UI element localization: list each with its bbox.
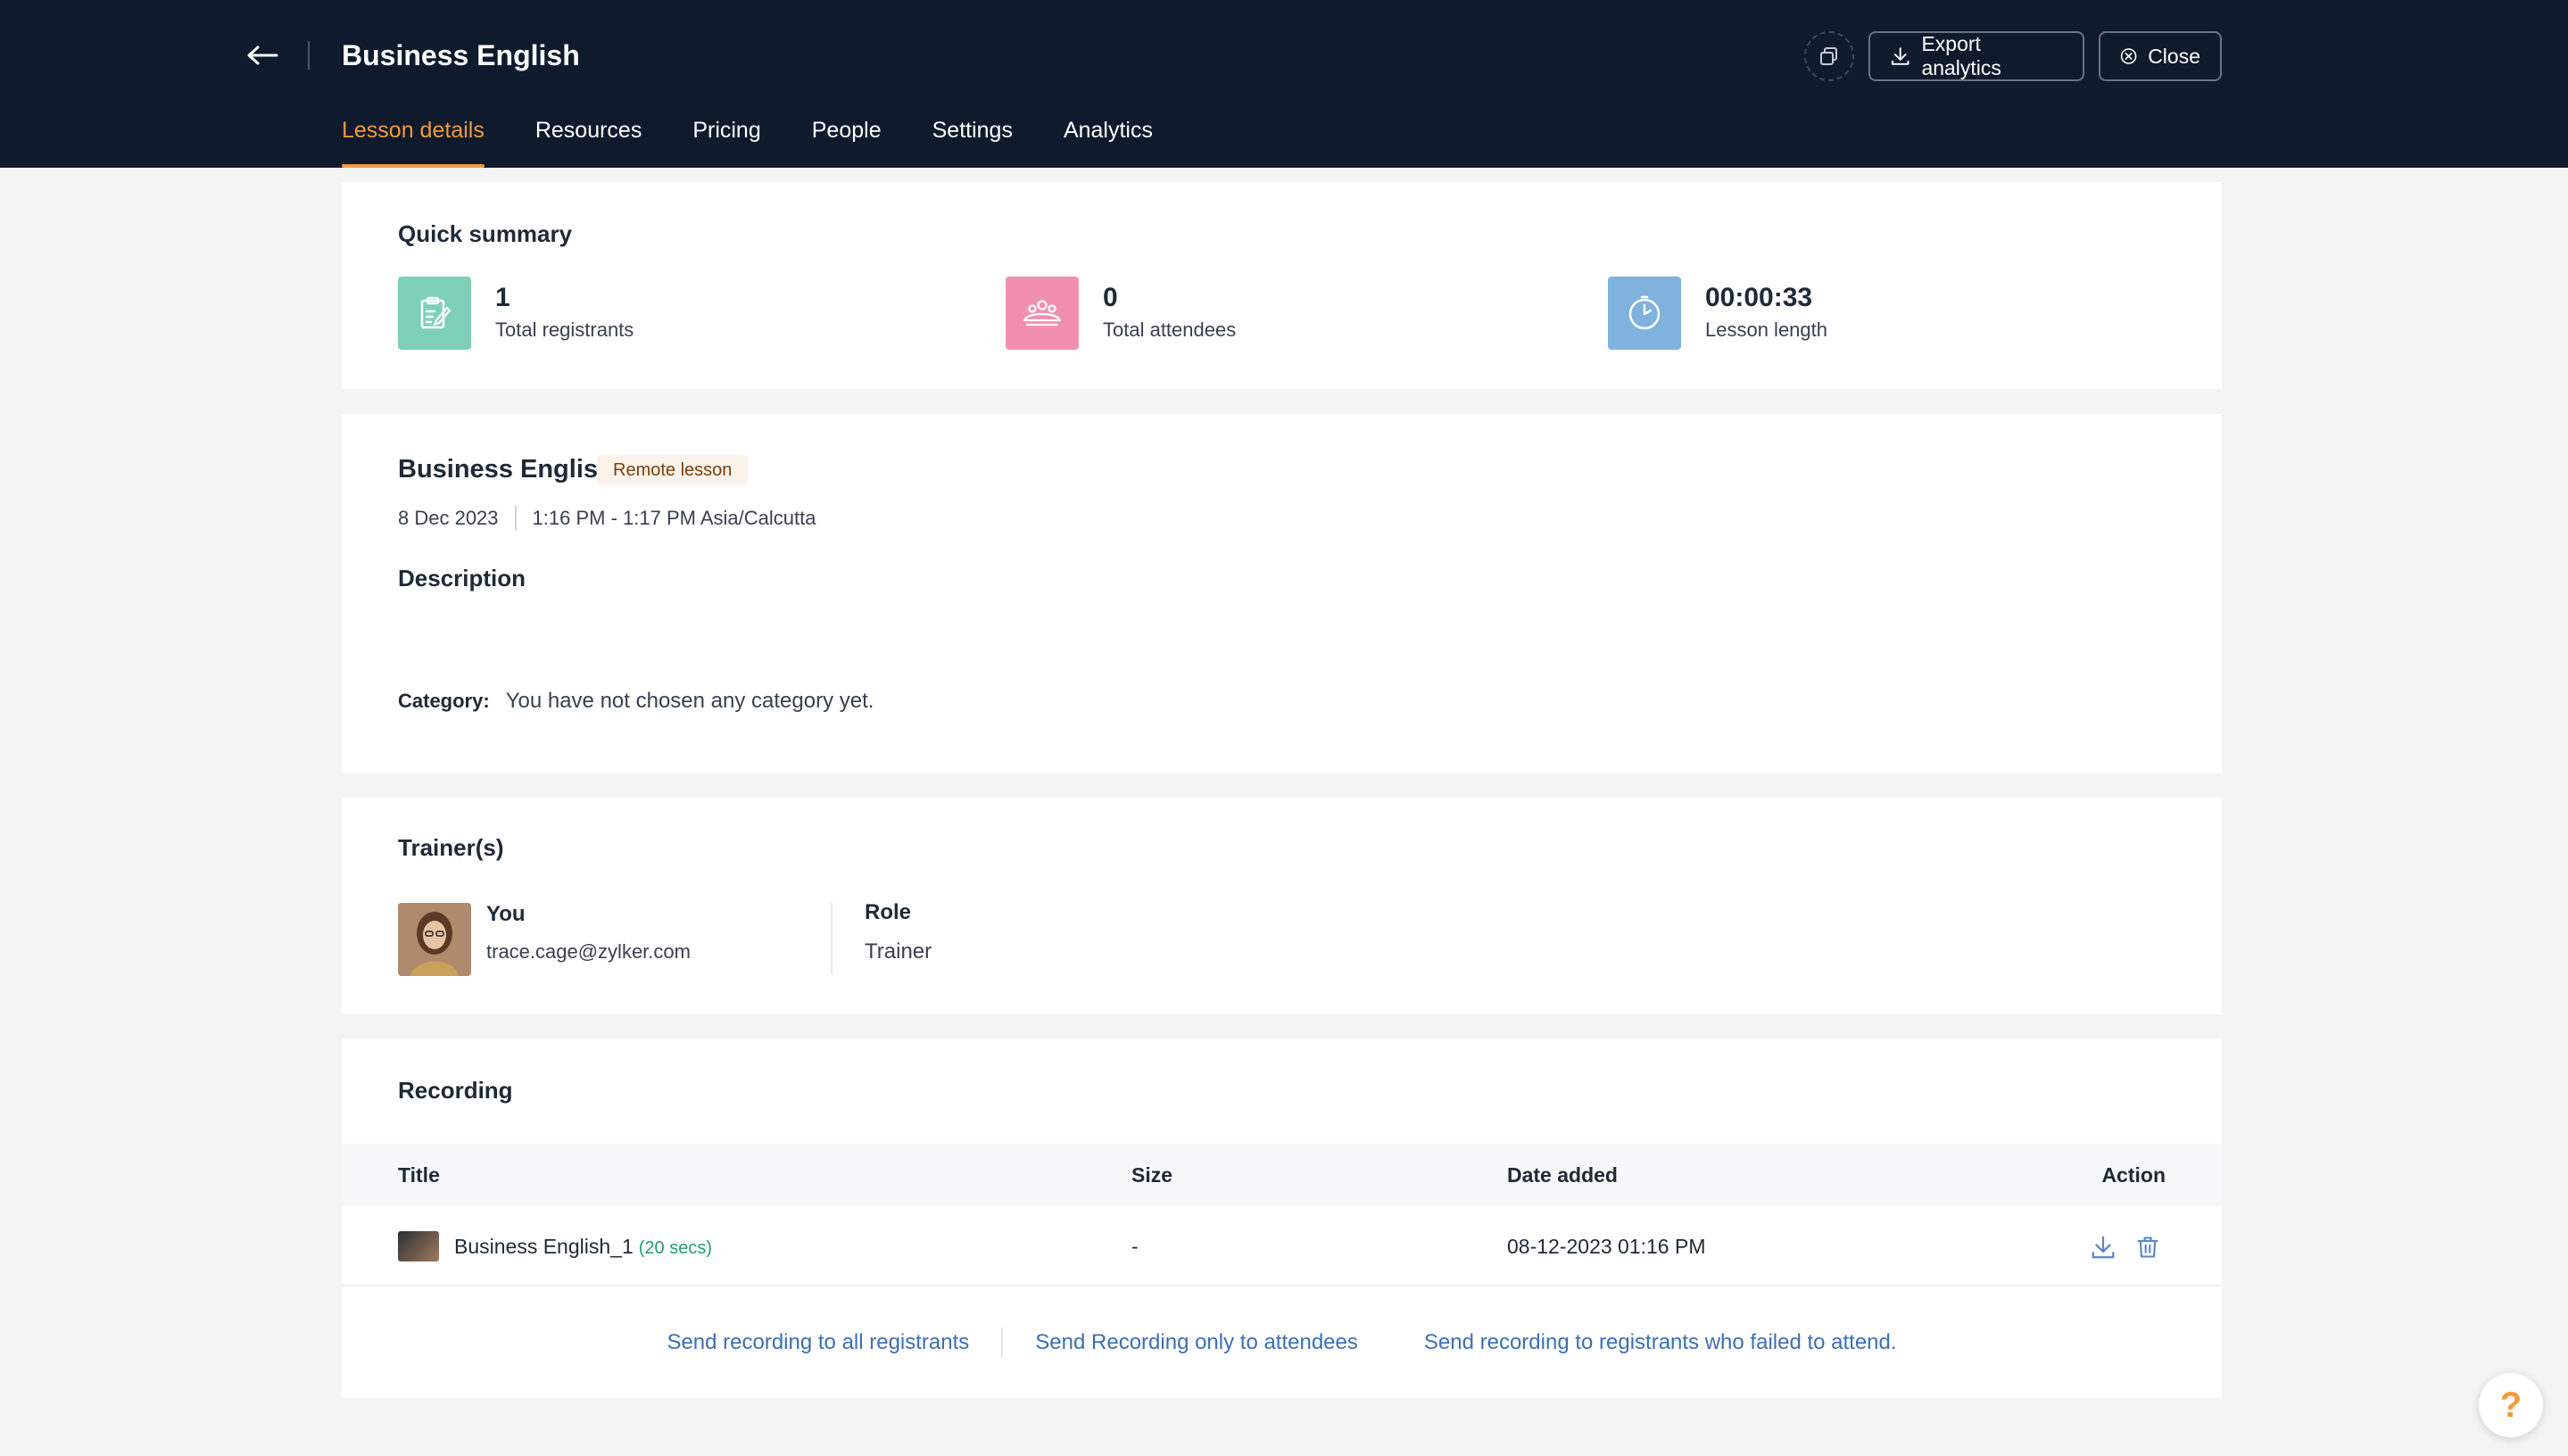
trainer-name: You: [486, 902, 526, 926]
recording-name: Business English_1: [454, 1235, 634, 1258]
recording-card: Recording Title Size Date added Action B…: [342, 1038, 2222, 1398]
back-button[interactable]: [243, 37, 282, 73]
close-button[interactable]: Close: [2099, 31, 2222, 81]
tab-resources[interactable]: Resources: [535, 112, 642, 168]
attendees-group-icon: [1006, 277, 1079, 350]
export-analytics-label: Export analytics: [1921, 32, 2001, 79]
schedule-divider: [514, 506, 517, 531]
lesson-info-card: Business English Remote lesson 8 Dec 202…: [342, 414, 2222, 774]
column-header-action: Action: [2101, 1163, 2166, 1187]
category-value: You have not chosen any category yet.: [505, 689, 874, 713]
tab-bar: Lesson details Resources Pricing People …: [342, 112, 1204, 168]
lesson-date: 8 Dec 2023: [398, 507, 499, 529]
link-divider: [1001, 1327, 1004, 1358]
column-header-title: Title: [398, 1163, 440, 1187]
trainers-card: Trainer(s) You trace.cage@zylker.com Rol…: [342, 798, 2222, 1014]
tab-pricing[interactable]: Pricing: [692, 112, 760, 168]
trainer-email: trace.cage@zylker.com: [486, 940, 691, 963]
help-button[interactable]: ?: [2479, 1373, 2543, 1437]
stat-total-registrants: 1 Total registrants: [398, 277, 634, 350]
recording-title: Recording: [398, 1077, 513, 1104]
delete-recording-button[interactable]: [2133, 1233, 2162, 1262]
top-header: Business English Lesson details Resource…: [0, 0, 2568, 168]
header-divider: [308, 41, 310, 70]
export-analytics-button[interactable]: Export analytics: [1868, 31, 2084, 81]
recording-size: -: [1131, 1235, 1139, 1258]
table-header: Title Size Date added Action: [342, 1144, 2222, 1206]
close-circle-icon: [2120, 48, 2137, 64]
page-title: Business English: [342, 39, 580, 71]
download-icon: [1891, 47, 1909, 65]
lesson-schedule: 8 Dec 2023 1:16 PM - 1:17 PM Asia/Calcut…: [398, 503, 816, 534]
role-label: Role: [865, 900, 912, 924]
lesson-time: 1:16 PM - 1:17 PM Asia/Calcutta: [532, 507, 816, 529]
trash-icon: [2137, 1237, 2158, 1258]
clock-icon: [1608, 277, 1681, 350]
send-to-all-registrants-link[interactable]: Send recording to all registrants: [667, 1327, 969, 1359]
table-row: Business English_1 (20 secs) - 08-12-2023…: [342, 1206, 2222, 1286]
copy-icon: [1820, 47, 1837, 65]
description-title: Description: [398, 565, 526, 592]
column-header-date-added: Date added: [1507, 1163, 1618, 1187]
stat-value: 00:00:33: [1705, 283, 1813, 312]
column-header-size: Size: [1131, 1163, 1173, 1187]
download-recording-button[interactable]: [2089, 1233, 2117, 1262]
quick-summary-card: Quick summary 1 Total registrants 0 Tota…: [342, 182, 2222, 389]
tab-lesson-details[interactable]: Lesson details: [342, 112, 485, 168]
quick-summary-title: Quick summary: [398, 220, 573, 247]
lesson-name: Business English: [398, 455, 614, 484]
registrants-clipboard-icon: [398, 277, 471, 350]
stat-total-attendees: 0 Total attendees: [1006, 277, 1236, 350]
stat-label: Lesson length: [1705, 318, 1827, 341]
send-recording-links: Send recording to all registrants Send R…: [342, 1286, 2222, 1398]
avatar: [398, 903, 471, 976]
stat-lesson-length: 00:00:33 Lesson length: [1608, 277, 1827, 350]
tab-settings[interactable]: Settings: [932, 112, 1013, 168]
close-label: Close: [2148, 44, 2200, 68]
recording-title-cell[interactable]: Business English_1 (20 secs): [454, 1206, 712, 1288]
arrow-left-icon: [247, 46, 278, 65]
send-to-attendees-link[interactable]: Send Recording only to attendees: [1035, 1327, 1358, 1359]
role-value: Trainer: [865, 939, 932, 964]
recording-date-added: 08-12-2023 01:16 PM: [1507, 1235, 1706, 1258]
copy-button[interactable]: [1804, 31, 1854, 81]
send-to-absentees-link[interactable]: Send recording to registrants who failed…: [1424, 1327, 1897, 1359]
tab-analytics[interactable]: Analytics: [1064, 112, 1153, 168]
category-row: Category: You have not chosen any catego…: [398, 685, 874, 717]
download-icon: [2092, 1236, 2115, 1259]
status-badge: Remote lesson: [597, 455, 749, 485]
stat-value: 0: [1103, 283, 1118, 312]
category-label: Category:: [398, 690, 490, 712]
trainers-title: Trainer(s): [398, 834, 504, 861]
stat-label: Total attendees: [1103, 318, 1237, 341]
stat-label: Total registrants: [495, 318, 634, 341]
link-spacer: [1390, 1328, 1392, 1358]
trainer-divider: [831, 903, 833, 974]
recording-thumbnail: [398, 1231, 439, 1262]
stat-value: 1: [495, 283, 510, 312]
recording-duration: (20 secs): [638, 1238, 712, 1258]
tab-people[interactable]: People: [812, 112, 882, 168]
